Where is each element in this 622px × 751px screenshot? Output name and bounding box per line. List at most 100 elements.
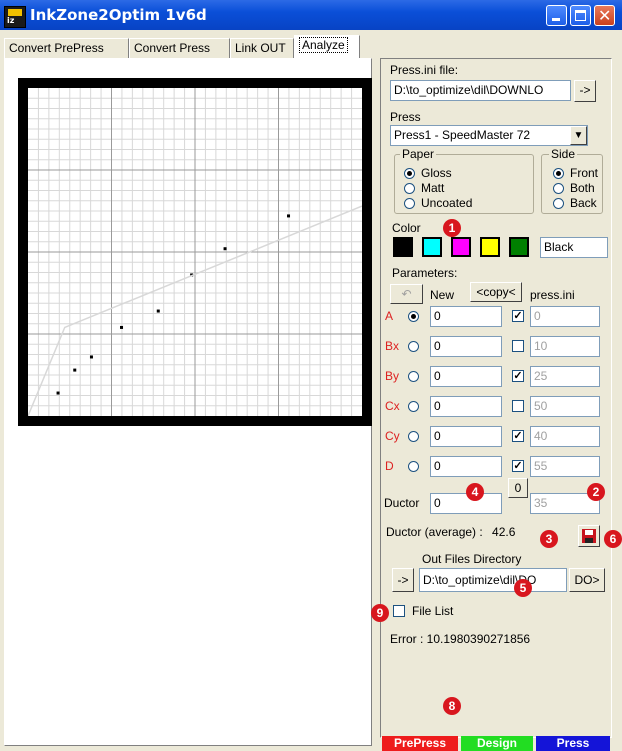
param-d-new-field[interactable]: 0 xyxy=(430,456,502,477)
side-group-title: Side xyxy=(549,147,578,161)
tab-convert-prepress[interactable]: Convert PrePress xyxy=(4,38,129,58)
param-cy-press-ini-field: 40 xyxy=(530,426,600,447)
param-cx-press-ini-field: 50 xyxy=(530,396,600,417)
tab-convert-press[interactable]: Convert Press xyxy=(129,38,230,58)
param-a-checkbox[interactable]: ✓ xyxy=(512,310,524,322)
param-bx-checkbox[interactable] xyxy=(512,340,524,352)
window-title: InkZone2Optim 1v6d xyxy=(30,6,207,24)
copy-button[interactable]: <copy< xyxy=(470,282,522,302)
data-point xyxy=(56,391,60,395)
ductor-average-value: 42.6 xyxy=(492,525,516,539)
annotation-badge-9: 9 xyxy=(371,604,389,622)
chevron-down-icon[interactable]: ▼ xyxy=(570,126,587,145)
file-list-checkbox[interactable] xyxy=(393,605,405,617)
side-front-radio[interactable] xyxy=(553,168,564,179)
undo-icon: ↶ xyxy=(401,287,412,301)
save-button[interactable] xyxy=(578,525,600,547)
analysis-chart xyxy=(18,78,372,426)
maximize-button[interactable] xyxy=(570,5,591,26)
out-files-directory-label: Out Files Directory xyxy=(422,552,522,566)
param-bx-new-field[interactable]: 0 xyxy=(430,336,502,357)
annotation-badge-3: 3 xyxy=(540,530,558,548)
data-point xyxy=(89,355,93,359)
annotation-badge-6: 6 xyxy=(604,530,622,548)
press-ini-label: Press.ini file: xyxy=(390,63,459,77)
parameters-label: Parameters: xyxy=(392,266,458,280)
design-mode-button[interactable]: Design xyxy=(461,736,533,751)
param-by-checkbox[interactable]: ✓ xyxy=(512,370,524,382)
annotation-badge-1: 1 xyxy=(443,219,461,237)
paper-gloss-label: Gloss xyxy=(421,166,452,180)
param-a-press-ini-field: 0 xyxy=(530,306,600,327)
browse-out-dir-button[interactable]: -> xyxy=(392,568,414,592)
param-cy-label: Cy xyxy=(385,429,400,443)
new-column-label: New xyxy=(430,288,455,302)
param-cy-new-field[interactable]: 0 xyxy=(430,426,502,447)
data-point xyxy=(156,309,160,313)
param-a-new-field[interactable]: 0 xyxy=(430,306,502,327)
data-point xyxy=(120,325,124,329)
side-back-radio[interactable] xyxy=(553,198,564,209)
tab-link-out[interactable]: Link OUT xyxy=(230,38,294,58)
param-d-radio[interactable] xyxy=(408,461,419,472)
zero-button[interactable]: 0 xyxy=(508,478,528,498)
tab-analyze[interactable]: Analyze xyxy=(294,35,360,58)
param-by-new-field[interactable]: 0 xyxy=(430,366,502,387)
close-button[interactable]: ✕ xyxy=(594,5,615,26)
close-icon: ✕ xyxy=(598,6,612,25)
chart-plot-area xyxy=(28,88,362,416)
browse-press-ini-button[interactable]: -> xyxy=(574,80,596,102)
press-ini-column-label: press.ini xyxy=(530,288,575,302)
annotation-badge-5: 5 xyxy=(514,579,532,597)
prepress-mode-button[interactable]: PrePress xyxy=(382,736,458,751)
color-name-field[interactable]: Black xyxy=(540,237,608,258)
side-both-label: Both xyxy=(570,181,595,195)
color-swatch-green[interactable] xyxy=(509,237,529,257)
paper-group-title: Paper xyxy=(400,147,437,161)
param-cy-checkbox[interactable]: ✓ xyxy=(512,430,524,442)
ductor-average-label: Ductor (average) : 42.6 xyxy=(386,525,515,539)
param-bx-press-ini-field: 10 xyxy=(530,336,600,357)
error-text: Error : 10.1980390271856 xyxy=(390,632,531,646)
param-cx-checkbox[interactable] xyxy=(512,400,524,412)
param-by-radio[interactable] xyxy=(408,371,419,382)
press-mode-button[interactable]: Press xyxy=(536,736,610,751)
color-swatch-yellow[interactable] xyxy=(480,237,500,257)
color-swatch-cyan[interactable] xyxy=(422,237,442,257)
press-label: Press xyxy=(390,110,421,124)
param-cx-label: Cx xyxy=(385,399,400,413)
side-back-label: Back xyxy=(570,196,597,210)
data-point xyxy=(73,368,77,372)
color-swatch-black[interactable] xyxy=(393,237,413,257)
side-front-label: Front xyxy=(570,166,599,180)
param-cx-radio[interactable] xyxy=(408,401,419,412)
paper-matt-label: Matt xyxy=(421,181,445,195)
param-cx-new-field[interactable]: 0 xyxy=(430,396,502,417)
side-both-radio[interactable] xyxy=(553,183,564,194)
param-cy-radio[interactable] xyxy=(408,431,419,442)
param-a-label: A xyxy=(385,309,394,323)
minimize-button[interactable] xyxy=(546,5,567,26)
data-point xyxy=(287,214,291,218)
out-files-directory-field[interactable]: D:\to_optimize\dil\DO xyxy=(419,568,567,592)
data-point xyxy=(223,247,227,251)
ductor-new-field[interactable]: 0 xyxy=(430,493,502,514)
color-swatch-magenta[interactable] xyxy=(451,237,471,257)
do-button[interactable]: DO> xyxy=(569,568,605,592)
app-icon: iz xyxy=(4,6,26,28)
param-d-press-ini-field: 55 xyxy=(530,456,600,477)
param-bx-label: Bx xyxy=(385,339,400,353)
paper-uncoated-radio[interactable] xyxy=(404,198,415,209)
param-bx-radio[interactable] xyxy=(408,341,419,352)
press-ini-path-field[interactable]: D:\to_optimize\dil\DOWNLO xyxy=(390,80,571,101)
press-select[interactable]: Press1 - SpeedMaster 72 ▼ xyxy=(390,125,588,146)
press-select-value: Press1 - SpeedMaster 72 xyxy=(394,128,531,142)
param-d-checkbox[interactable]: ✓ xyxy=(512,460,524,472)
param-d-label: D xyxy=(385,459,394,473)
paper-gloss-radio[interactable] xyxy=(404,168,415,179)
annotation-badge-8: 8 xyxy=(443,697,461,715)
undo-button[interactable]: ↶ xyxy=(390,284,423,304)
paper-matt-radio[interactable] xyxy=(404,183,415,194)
param-a-radio[interactable] xyxy=(408,311,419,322)
file-list-label: File List xyxy=(412,604,454,618)
